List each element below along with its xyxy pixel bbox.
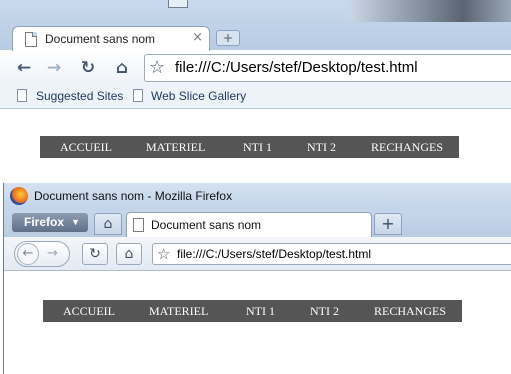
new-tab-button[interactable]: +: [374, 213, 402, 235]
menu-item-nti2[interactable]: NTI 2: [307, 140, 336, 155]
reload-icon[interactable]: ↻: [76, 57, 100, 79]
chrome-tab[interactable]: Document sans nom ×: [12, 26, 210, 52]
forward-arrow-icon[interactable]: →: [47, 244, 58, 264]
reload-icon[interactable]: ↻: [82, 243, 108, 265]
chrome-toolbar: ← → ↻ ⌂ ☆ file:///C:/Users/stef/Desktop/…: [0, 51, 511, 85]
firefox-menu-label: Firefox: [24, 215, 65, 229]
menu-item-accueil[interactable]: ACCUEIL: [60, 140, 112, 155]
menu-item-rechanges[interactable]: RECHANGES: [371, 140, 443, 155]
bookmark-web-slice-gallery[interactable]: Web Slice Gallery: [151, 89, 246, 103]
firefox-tabstrip: Firefox ▼ ⌂ Document sans nom +: [4, 211, 511, 237]
home-icon[interactable]: ⌂: [110, 57, 134, 79]
menu-item-materiel[interactable]: MATERIEL: [149, 304, 208, 319]
menu-item-materiel[interactable]: MATERIEL: [146, 140, 205, 155]
bookmark-suggested-sites[interactable]: Suggested Sites: [36, 89, 123, 103]
firefox-url-text: file:///C:/Users/stef/Desktop/test.html: [177, 247, 372, 261]
home-tab-icon[interactable]: ⌂: [94, 213, 122, 235]
firefox-menu-button[interactable]: Firefox ▼: [12, 213, 88, 232]
back-arrow-icon[interactable]: ←: [12, 57, 36, 79]
document-icon: [25, 32, 37, 47]
menu-item-rechanges[interactable]: RECHANGES: [374, 304, 446, 319]
chrome-page-content: ACCUEIL MATERIEL NTI 1 NTI 2 RECHANGES: [0, 110, 511, 190]
firefox-titlebar: Document sans nom - Mozilla Firefox: [4, 183, 511, 211]
firefox-navbar: ← → ↻ ⌂ ☆ file:///C:/Users/stef/Desktop/…: [4, 237, 511, 271]
chrome-nav-menu: ACCUEIL MATERIEL NTI 1 NTI 2 RECHANGES: [40, 136, 459, 158]
bookmark-star-icon[interactable]: ☆: [157, 245, 170, 263]
bookmark-star-icon[interactable]: ☆: [149, 57, 165, 78]
menu-item-accueil[interactable]: ACCUEIL: [63, 304, 115, 319]
firefox-logo-icon: [10, 187, 28, 205]
close-tab-icon[interactable]: ×: [192, 30, 203, 45]
bookmarks-bar: Suggested Sites Web Slice Gallery: [0, 85, 511, 109]
desktop-background: [351, 0, 511, 22]
chrome-tab-title: Document sans nom: [45, 32, 156, 46]
chrome-window: Document sans nom × + ← → ↻ ⌂ ☆ file:///…: [0, 0, 511, 190]
page-icon: [17, 89, 27, 102]
back-forward-group: ← →: [14, 241, 70, 267]
page-icon: [133, 89, 143, 102]
chrome-url-text: file:///C:/Users/stef/Desktop/test.html: [175, 59, 418, 76]
firefox-window-title: Document sans nom - Mozilla Firefox: [34, 189, 233, 203]
firefox-page-content: ACCUEIL MATERIEL NTI 1 NTI 2 RECHANGES: [4, 272, 511, 374]
home-icon[interactable]: ⌂: [116, 243, 142, 265]
menu-item-nti1[interactable]: NTI 1: [246, 304, 275, 319]
chrome-address-bar[interactable]: ☆ file:///C:/Users/stef/Desktop/test.htm…: [144, 54, 511, 82]
firefox-address-bar[interactable]: ☆ file:///C:/Users/stef/Desktop/test.htm…: [152, 243, 511, 265]
menu-item-nti1[interactable]: NTI 1: [243, 140, 272, 155]
background-window-button: [168, 0, 188, 8]
firefox-nav-menu: ACCUEIL MATERIEL NTI 1 NTI 2 RECHANGES: [43, 300, 462, 322]
firefox-window: Document sans nom - Mozilla Firefox Fire…: [3, 183, 511, 374]
chrome-titlebar: Document sans nom × +: [0, 0, 511, 52]
menu-item-nti2[interactable]: NTI 2: [310, 304, 339, 319]
firefox-tab-title: Document sans nom: [151, 218, 262, 232]
forward-arrow-icon[interactable]: →: [42, 57, 66, 79]
document-icon: [133, 218, 144, 232]
back-arrow-icon[interactable]: ←: [17, 243, 39, 265]
new-tab-button[interactable]: +: [216, 30, 240, 46]
chevron-down-icon: ▼: [71, 217, 80, 227]
firefox-tab[interactable]: Document sans nom: [126, 212, 372, 237]
